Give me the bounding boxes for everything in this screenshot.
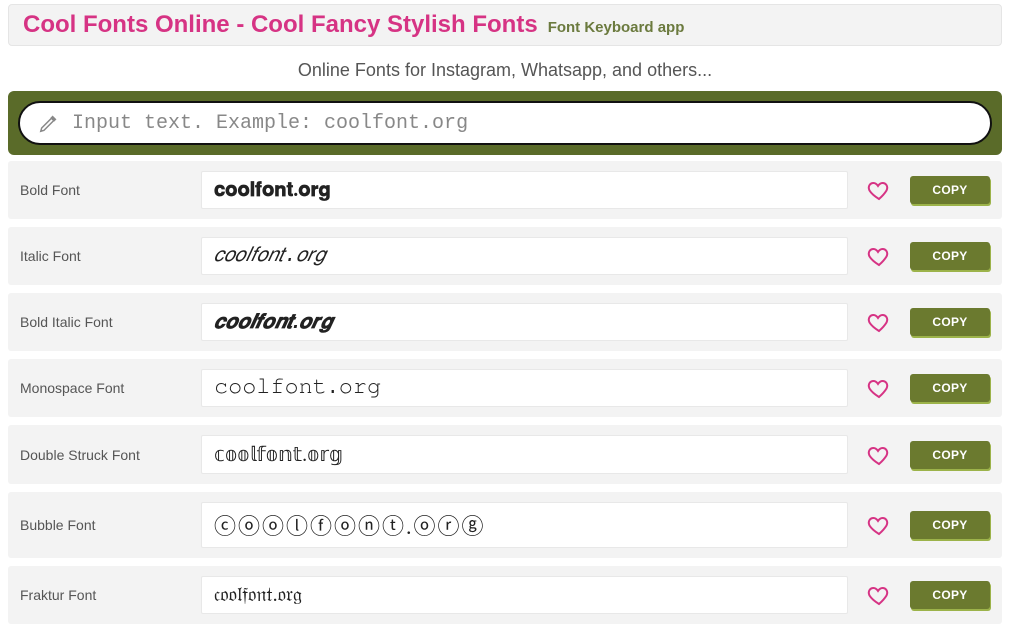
font-output[interactable]: 𝒄𝒐𝒐𝒍𝒇𝒐𝒏𝒕.𝒐𝒓𝒈 bbox=[201, 303, 848, 341]
copy-button[interactable]: COPY bbox=[910, 511, 990, 539]
font-label: Bubble Font bbox=[20, 517, 195, 533]
font-row: Double Struck Font 𝕔𝕠𝕠𝕝𝕗𝕠𝕟𝕥.𝕠𝕣𝕘 COPY bbox=[8, 425, 1002, 484]
font-output[interactable]: 𝕔𝕠𝕠𝕝𝕗𝕠𝕟𝕥.𝕠𝕣𝕘 bbox=[201, 435, 848, 474]
pencil-icon bbox=[38, 112, 60, 134]
header-bar: Cool Fonts Online - Cool Fancy Stylish F… bbox=[8, 4, 1002, 46]
copy-button[interactable]: COPY bbox=[910, 242, 990, 270]
font-output[interactable]: ⓒⓞⓞⓛⓕⓞⓝⓣ.ⓞⓡⓖ bbox=[201, 502, 848, 548]
tagline: Online Fonts for Instagram, Whatsapp, an… bbox=[0, 46, 1010, 91]
favorite-button[interactable] bbox=[854, 178, 904, 202]
heart-icon bbox=[867, 583, 891, 607]
favorite-button[interactable] bbox=[854, 443, 904, 467]
font-label: Bold Font bbox=[20, 182, 195, 198]
heart-icon bbox=[867, 513, 891, 537]
font-label: Fraktur Font bbox=[20, 587, 195, 603]
heart-icon bbox=[867, 443, 891, 467]
font-output[interactable]: 𝐜𝐨𝐨𝐥𝐟𝐨𝐧𝐭.𝐨𝐫𝐠 bbox=[201, 171, 848, 209]
font-output[interactable]: 𝚌𝚘𝚘𝚕𝚏𝚘𝚗𝚝.𝚘𝚛𝚐 bbox=[201, 369, 848, 407]
copy-button[interactable]: COPY bbox=[910, 441, 990, 469]
main-text-input[interactable] bbox=[72, 112, 972, 135]
copy-button[interactable]: COPY bbox=[910, 308, 990, 336]
app-link[interactable]: Font Keyboard app bbox=[548, 19, 685, 36]
favorite-button[interactable] bbox=[854, 244, 904, 268]
font-row: Bubble Font ⓒⓞⓞⓛⓕⓞⓝⓣ.ⓞⓡⓖ COPY bbox=[8, 492, 1002, 558]
heart-icon bbox=[867, 310, 891, 334]
font-list: Bold Font 𝐜𝐨𝐨𝐥𝐟𝐨𝐧𝐭.𝐨𝐫𝐠 COPY Italic Font 𝑐𝑜𝑜𝑙… bbox=[8, 161, 1002, 624]
input-inner bbox=[18, 101, 992, 145]
copy-button[interactable]: COPY bbox=[910, 374, 990, 402]
font-row: Bold Italic Font 𝒄𝒐𝒐𝒍𝒇𝒐𝒏𝒕.𝒐𝒓𝒈 COPY bbox=[8, 293, 1002, 351]
font-row: Italic Font 𝑐𝑜𝑜𝑙𝑓𝑜𝑛𝑡.𝑜𝑟𝑔 COPY bbox=[8, 227, 1002, 285]
font-row: Bold Font 𝐜𝐨𝐨𝐥𝐟𝐨𝐧𝐭.𝐨𝐫𝐠 COPY bbox=[8, 161, 1002, 219]
page-title: Cool Fonts Online - Cool Fancy Stylish F… bbox=[23, 11, 538, 39]
font-row: Monospace Font 𝚌𝚘𝚘𝚕𝚏𝚘𝚗𝚝.𝚘𝚛𝚐 COPY bbox=[8, 359, 1002, 417]
input-container bbox=[8, 91, 1002, 155]
font-row: Fraktur Font 𝔠𝔬𝔬𝔩𝔣𝔬𝔫𝔱.𝔬𝔯𝔤 COPY bbox=[8, 566, 1002, 624]
favorite-button[interactable] bbox=[854, 376, 904, 400]
favorite-button[interactable] bbox=[854, 583, 904, 607]
font-label: Bold Italic Font bbox=[20, 314, 195, 330]
heart-icon bbox=[867, 178, 891, 202]
heart-icon bbox=[867, 244, 891, 268]
favorite-button[interactable] bbox=[854, 310, 904, 334]
font-output[interactable]: 𝔠𝔬𝔬𝔩𝔣𝔬𝔫𝔱.𝔬𝔯𝔤 bbox=[201, 576, 848, 614]
copy-button[interactable]: COPY bbox=[910, 176, 990, 204]
favorite-button[interactable] bbox=[854, 513, 904, 537]
font-label: Double Struck Font bbox=[20, 447, 195, 463]
font-output[interactable]: 𝑐𝑜𝑜𝑙𝑓𝑜𝑛𝑡.𝑜𝑟𝑔 bbox=[201, 237, 848, 275]
heart-icon bbox=[867, 376, 891, 400]
font-label: Monospace Font bbox=[20, 380, 195, 396]
copy-button[interactable]: COPY bbox=[910, 581, 990, 609]
font-label: Italic Font bbox=[20, 248, 195, 264]
